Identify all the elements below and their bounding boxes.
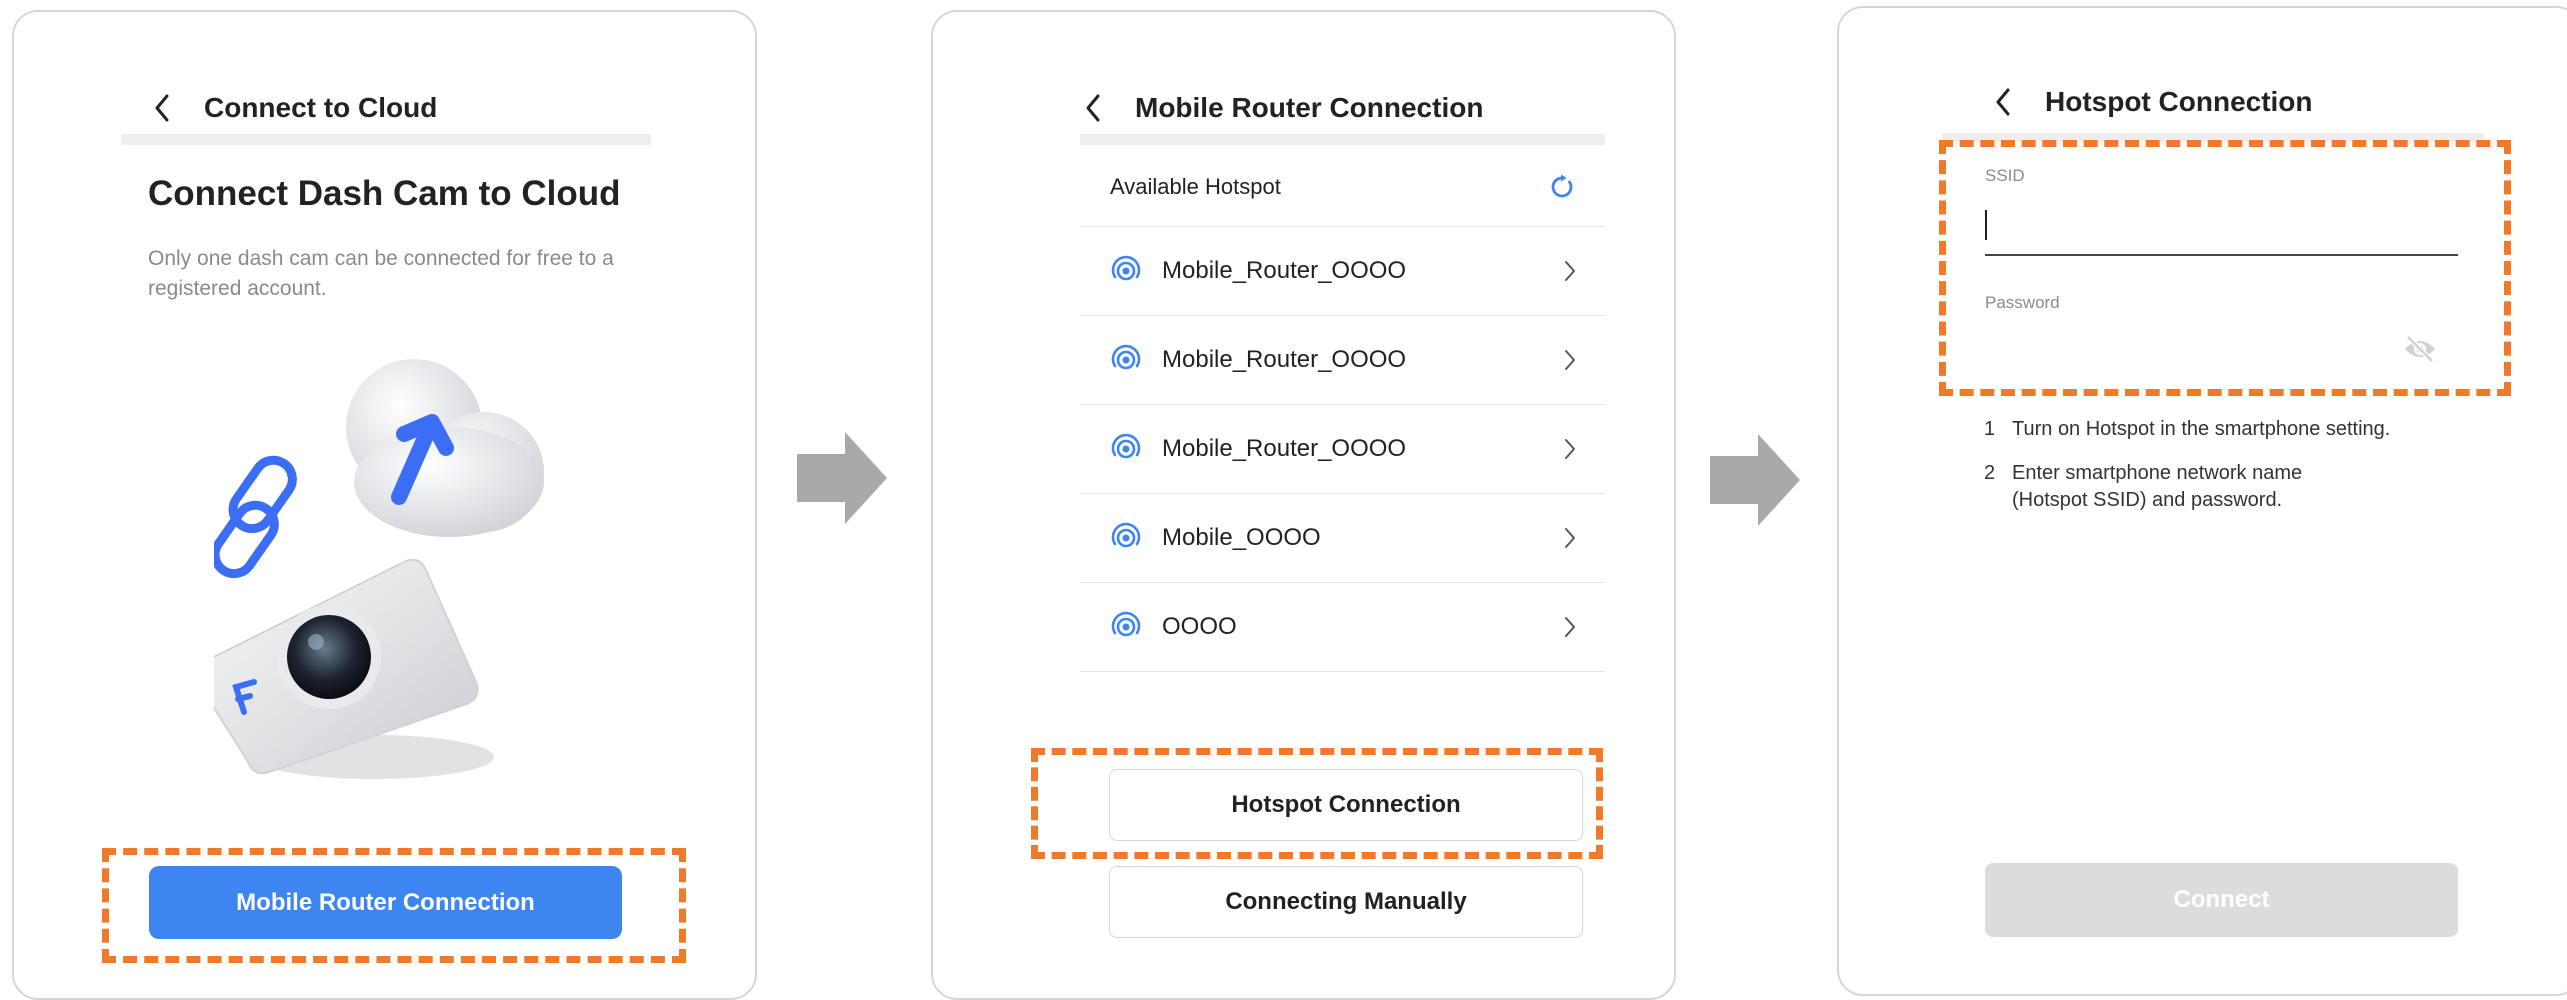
hotspot-signal-icon — [1111, 522, 1141, 548]
chevron-right-icon — [1565, 350, 1575, 370]
dash-cam-cloud-illustration — [214, 359, 544, 779]
header: Connect to Cloud — [142, 78, 437, 138]
hotspot-name: Mobile_Router_OOOO — [1162, 435, 1407, 462]
header: Mobile Router Connection — [1073, 78, 1483, 138]
chevron-right-icon — [1565, 261, 1575, 281]
hotspot-signal-icon — [1111, 611, 1141, 637]
connect-button[interactable]: Connect — [1985, 863, 2458, 937]
cloud-icon — [346, 359, 544, 537]
hotspot-item[interactable]: OOOO — [1080, 583, 1605, 672]
screen-heading: Connect Dash Cam to Cloud — [148, 174, 621, 213]
step-number: 2 — [1984, 462, 1996, 484]
hotspot-signal-icon — [1111, 344, 1141, 370]
available-hotspot-label: Available Hotspot — [1110, 173, 1281, 199]
chevron-left-icon — [155, 94, 169, 122]
highlight-box — [102, 848, 686, 963]
chevron-left-icon — [1086, 94, 1100, 122]
available-hotspot-header: Available Hotspot — [1080, 147, 1605, 227]
highlight-box — [1939, 140, 2511, 396]
instruction-step: 1 Turn on Hotspot in the smartphone setti… — [1984, 416, 2390, 443]
hotspot-name: Mobile_Router_OOOO — [1162, 257, 1407, 284]
chevron-left-icon — [1996, 88, 2010, 116]
link-chain-icon — [214, 455, 297, 579]
hotspot-item[interactable]: Mobile_Router_OOOO — [1080, 316, 1605, 405]
hotspot-connection-screen: Hotspot Connection SSID Password 1 Turn o… — [1837, 6, 2567, 996]
hotspot-signal-icon — [1111, 255, 1141, 281]
header: Hotspot Connection — [1983, 72, 2313, 132]
back-button[interactable] — [1983, 82, 2023, 122]
instruction-steps: 1 Turn on Hotspot in the smartphone setti… — [1984, 416, 2390, 531]
page-title: Connect to Cloud — [204, 92, 438, 123]
arrow-right-icon — [797, 432, 887, 524]
hotspot-name: OOOO — [1162, 613, 1237, 640]
hotspot-signal-icon — [1111, 433, 1141, 459]
chevron-right-icon — [1565, 439, 1575, 459]
back-button[interactable] — [142, 88, 182, 128]
header-divider — [121, 134, 651, 145]
back-button[interactable] — [1073, 88, 1113, 128]
hotspot-item[interactable]: Mobile_Router_OOOO — [1080, 227, 1605, 316]
refresh-icon[interactable] — [1549, 174, 1575, 200]
hotspot-item[interactable]: Mobile_OOOO — [1080, 494, 1605, 583]
page-title: Mobile Router Connection — [1135, 92, 1484, 123]
dash-cam-icon — [214, 558, 494, 779]
page-title: Hotspot Connection — [2045, 86, 2313, 117]
hotspot-item[interactable]: Mobile_Router_OOOO — [1080, 405, 1605, 494]
screen-description: Only one dash cam can be connected for f… — [148, 247, 614, 300]
mobile-router-connection-screen: Mobile Router Connection Available Hotsp… — [931, 10, 1676, 1000]
chevron-right-icon — [1565, 617, 1575, 637]
chevron-right-icon — [1565, 528, 1575, 548]
connect-to-cloud-screen: Connect to Cloud Connect Dash Cam to Clo… — [12, 10, 757, 1000]
highlight-box — [1031, 748, 1603, 859]
hotspot-name: Mobile_Router_OOOO — [1162, 346, 1407, 373]
arrow-right-icon — [1710, 434, 1800, 526]
hotspot-list: Mobile_Router_OOOO Mobile_Router_OOOO Mobi… — [1080, 227, 1605, 672]
instruction-step: 2 Enter smartphone network name (Hotspot … — [1984, 460, 2390, 514]
step-text: Enter smartphone network name (Hotspot S… — [2012, 462, 2303, 511]
step-text: Turn on Hotspot in the smartphone settin… — [2012, 418, 2391, 440]
hotspot-name: Mobile_OOOO — [1162, 524, 1321, 551]
header-divider — [1080, 134, 1605, 145]
step-number: 1 — [1984, 418, 1996, 440]
connecting-manually-button[interactable]: Connecting Manually — [1109, 866, 1583, 938]
